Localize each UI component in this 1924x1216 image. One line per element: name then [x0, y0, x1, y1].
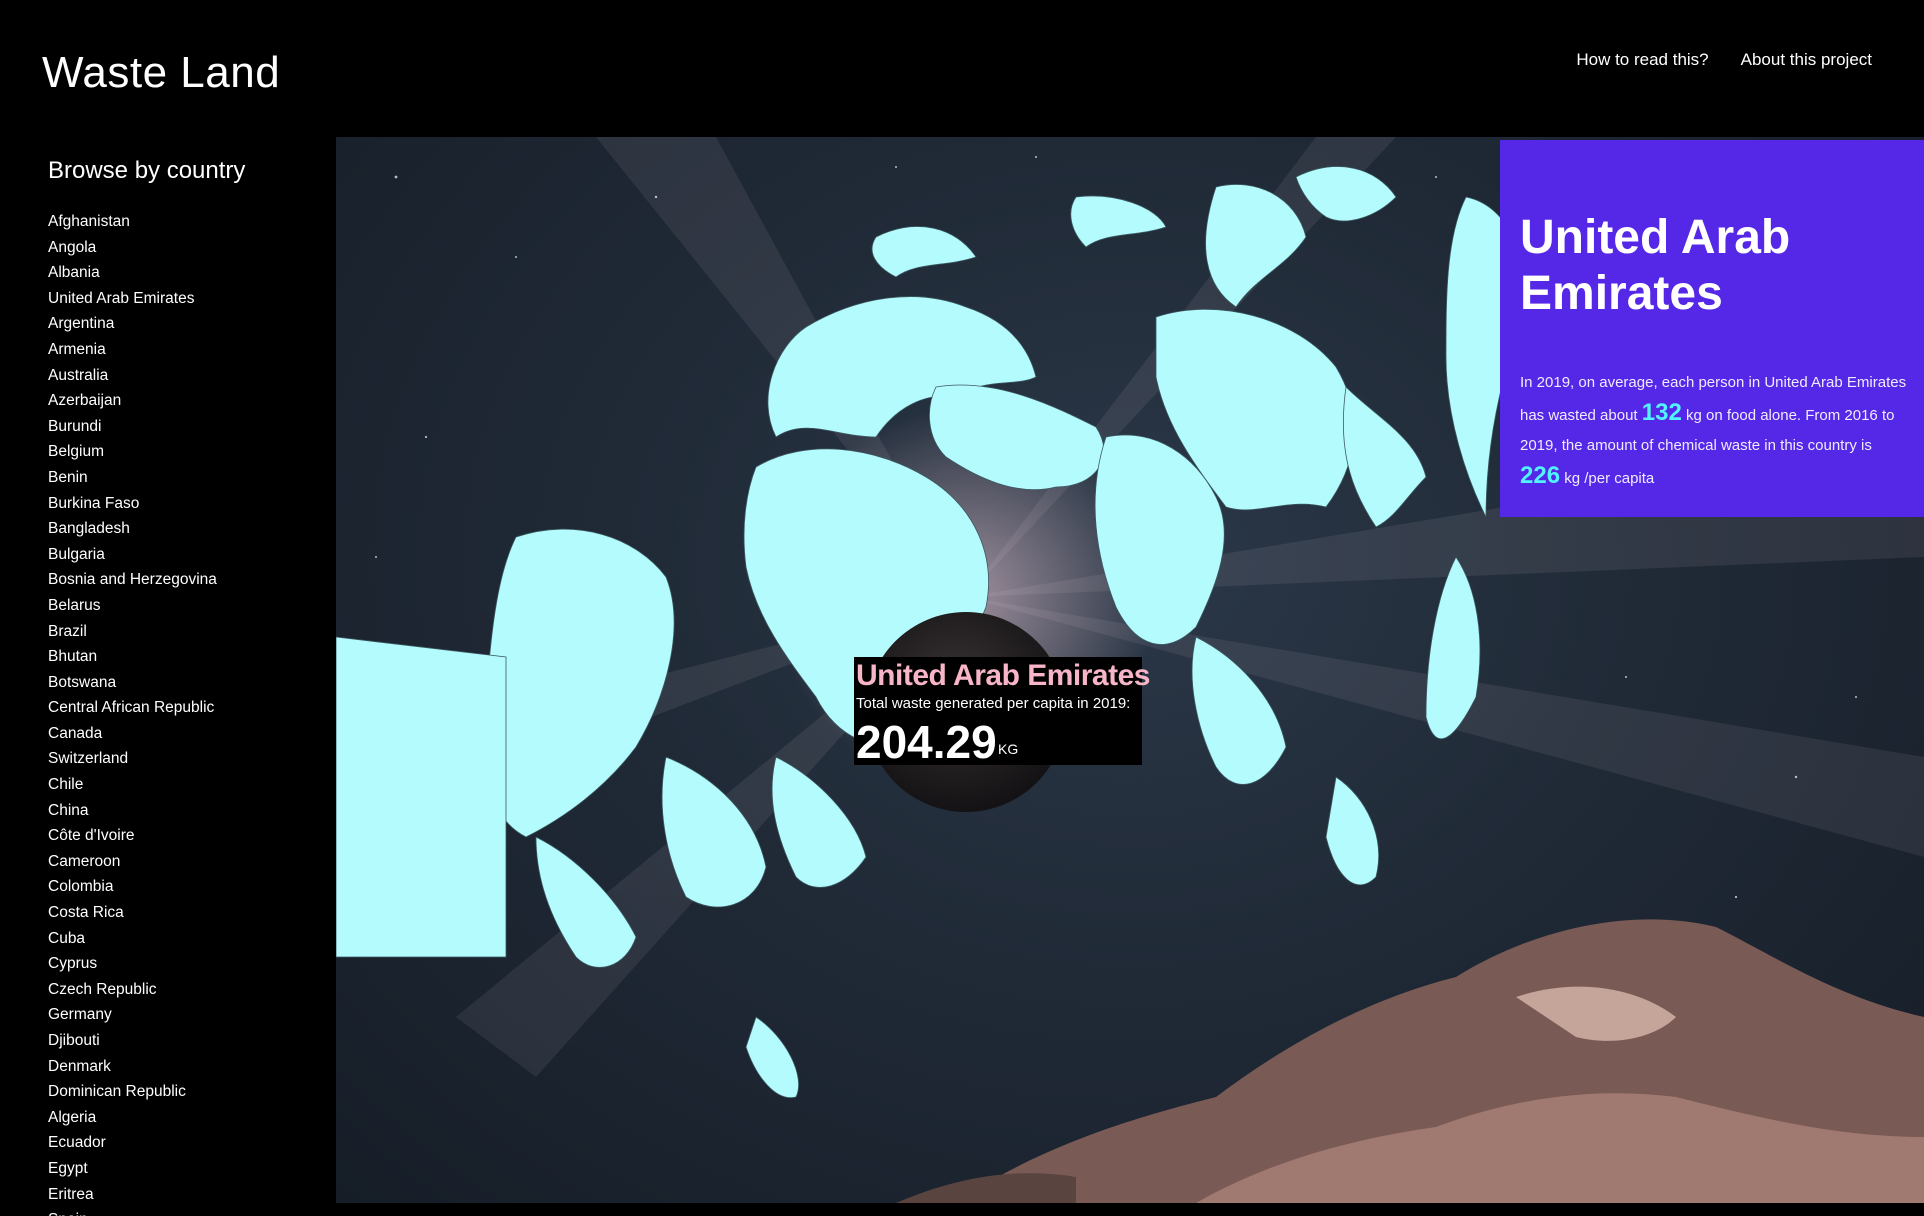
top-nav: How to read this? About this project: [1576, 50, 1872, 70]
country-item[interactable]: Chile: [48, 772, 217, 798]
country-item[interactable]: Cyprus: [48, 951, 217, 977]
bottom-strip: [336, 1203, 1924, 1216]
country-item[interactable]: Benin: [48, 465, 217, 491]
about-project-link[interactable]: About this project: [1741, 50, 1872, 70]
country-item[interactable]: Belarus: [48, 593, 217, 619]
country-item[interactable]: Côte d'Ivoire: [48, 823, 217, 849]
country-item[interactable]: Azerbaijan: [48, 388, 217, 414]
country-item[interactable]: Albania: [48, 260, 217, 286]
country-item[interactable]: Djibouti: [48, 1028, 217, 1054]
site-title[interactable]: Waste Land: [42, 48, 280, 98]
country-item[interactable]: Eritrea: [48, 1182, 217, 1208]
country-item[interactable]: Bangladesh: [48, 516, 217, 542]
country-item[interactable]: Afghanistan: [48, 209, 217, 235]
country-item[interactable]: Costa Rica: [48, 900, 217, 926]
country-item[interactable]: Canada: [48, 721, 217, 747]
header: Waste Land How to read this? About this …: [0, 0, 1924, 137]
country-tooltip: United Arab Emirates Total waste generat…: [854, 657, 1150, 768]
country-item[interactable]: Bulgaria: [48, 542, 217, 568]
country-item[interactable]: Algeria: [48, 1105, 217, 1131]
country-item[interactable]: Cuba: [48, 926, 217, 952]
country-item[interactable]: Armenia: [48, 337, 217, 363]
country-item[interactable]: Argentina: [48, 311, 217, 337]
country-item[interactable]: Germany: [48, 1002, 217, 1028]
food-waste-value: 132: [1641, 399, 1682, 426]
country-item[interactable]: Denmark: [48, 1054, 217, 1080]
country-item[interactable]: Egypt: [48, 1156, 217, 1182]
country-item[interactable]: Burundi: [48, 414, 217, 440]
country-list: Afghanistan Angola Albania United Arab Emir…: [48, 209, 217, 1216]
country-item[interactable]: Colombia: [48, 874, 217, 900]
chemical-waste-value: 226: [1520, 462, 1561, 489]
country-item[interactable]: Bosnia and Herzegovina: [48, 567, 217, 593]
sidebar: Browse by country Afghanistan Angola Alban…: [0, 137, 336, 1216]
panel-text-3: kg /per capita: [1564, 470, 1655, 487]
country-item[interactable]: United Arab Emirates: [48, 286, 217, 312]
panel-country-title: United Arab Emirates: [1520, 211, 1791, 320]
country-item[interactable]: Bhutan: [48, 644, 217, 670]
country-item[interactable]: Dominican Republic: [48, 1079, 217, 1105]
rocks: [896, 919, 1924, 1203]
country-item[interactable]: Burkina Faso: [48, 491, 217, 517]
tooltip-country: United Arab Emirates: [856, 659, 1150, 692]
country-item[interactable]: Belgium: [48, 439, 217, 465]
country-item[interactable]: Angola: [48, 235, 217, 261]
country-item[interactable]: China: [48, 798, 217, 824]
panel-description: In 2019, on average, each person in Unit…: [1520, 368, 1910, 494]
country-item[interactable]: Cameroon: [48, 849, 217, 875]
sidebar-heading: Browse by country: [48, 157, 246, 184]
tooltip-unit: KG: [998, 741, 1019, 757]
country-item[interactable]: Spain: [48, 1207, 217, 1216]
country-info-panel: United Arab Emirates In 2019, on average…: [1500, 140, 1924, 517]
tooltip-value: 204.29: [856, 716, 997, 768]
country-item[interactable]: Australia: [48, 363, 217, 389]
country-item[interactable]: Central African Republic: [48, 695, 217, 721]
tooltip-label: Total waste generated per capita in 2019…: [856, 695, 1131, 712]
country-item[interactable]: Czech Republic: [48, 977, 217, 1003]
country-item[interactable]: Brazil: [48, 619, 217, 645]
country-item[interactable]: Ecuador: [48, 1130, 217, 1156]
how-to-read-link[interactable]: How to read this?: [1576, 50, 1708, 70]
country-item[interactable]: Botswana: [48, 670, 217, 696]
country-item[interactable]: Switzerland: [48, 746, 217, 772]
